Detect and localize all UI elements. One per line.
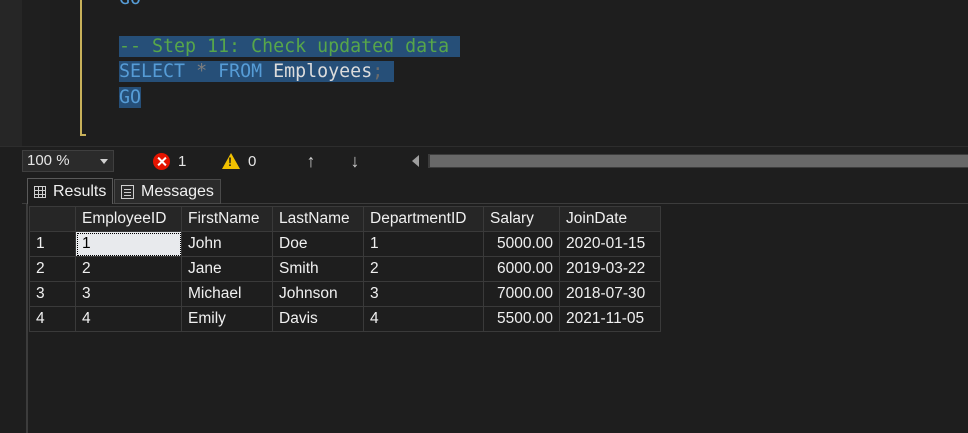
- scroll-left-icon[interactable]: [412, 155, 419, 167]
- code-line-comment[interactable]: -- Step 11: Check updated data: [119, 34, 461, 59]
- cell-firstname[interactable]: Michael: [181, 281, 273, 307]
- arrow-down-icon[interactable]: ↓: [345, 150, 365, 172]
- cell-employeeid[interactable]: 2: [75, 256, 182, 282]
- cell-salary[interactable]: 5000.00: [483, 231, 560, 257]
- column-header-firstname[interactable]: FirstName: [181, 206, 273, 232]
- error-count[interactable]: 1: [153, 151, 186, 171]
- cell-lastname[interactable]: Doe: [272, 231, 364, 257]
- select-keyword: SELECT: [119, 61, 186, 82]
- row-number[interactable]: 4: [29, 306, 76, 332]
- cell-employeeid[interactable]: 3: [75, 281, 182, 307]
- comment-text: -- Step 11: Check updated data: [119, 36, 450, 57]
- grid-corner[interactable]: [29, 206, 76, 232]
- cell-departmentid[interactable]: 1: [363, 231, 484, 257]
- cell-employeeid[interactable]: 4: [75, 306, 182, 332]
- cell-departmentid[interactable]: 3: [363, 281, 484, 307]
- results-grid[interactable]: EmployeeID FirstName LastName Department…: [26, 204, 968, 433]
- cell-lastname[interactable]: Johnson: [272, 281, 364, 307]
- table-row: 4 4 Emily Davis 4 5500.00 2021-11-05: [29, 306, 661, 332]
- grid-icon: [34, 186, 46, 198]
- column-header-salary[interactable]: Salary: [483, 206, 560, 232]
- table-row: 3 3 Michael Johnson 3 7000.00 2018-07-30: [29, 281, 661, 307]
- table-row: 1 1 John Doe 1 5000.00 2020-01-15: [29, 231, 661, 257]
- from-keyword: FROM: [218, 61, 263, 82]
- tab-results-label: Results: [53, 183, 107, 200]
- zoom-dropdown[interactable]: 100 %: [22, 150, 114, 172]
- sql-editor[interactable]: GO -- Step 11: Check updated data SELECT…: [0, 0, 968, 146]
- code-line-select[interactable]: SELECT * FROM Employees;: [119, 59, 395, 84]
- code-line-previous-go[interactable]: GO: [119, 0, 141, 11]
- header-row: EmployeeID FirstName LastName Department…: [29, 206, 661, 232]
- cell-joindate[interactable]: 2019-03-22: [559, 256, 661, 282]
- tab-messages-label: Messages: [141, 182, 214, 200]
- cell-departmentid[interactable]: 4: [363, 306, 484, 332]
- change-tracking-bar: [80, 0, 86, 136]
- cell-salary[interactable]: 5500.00: [483, 306, 560, 332]
- code-line-go[interactable]: GO: [119, 85, 142, 110]
- row-number[interactable]: 1: [29, 231, 76, 257]
- cell-firstname[interactable]: Emily: [181, 306, 273, 332]
- error-icon: [153, 152, 170, 170]
- warning-count-value: 0: [248, 152, 257, 170]
- chevron-down-icon: [100, 159, 108, 164]
- table-identifier: Employees: [273, 61, 373, 82]
- go-keyword: GO: [119, 87, 142, 108]
- horizontal-scrollbar-thumb[interactable]: [430, 155, 968, 167]
- column-header-employeeid[interactable]: EmployeeID: [75, 206, 182, 232]
- error-count-value: 1: [178, 152, 187, 170]
- cell-firstname[interactable]: Jane: [181, 256, 273, 282]
- warning-count[interactable]: 0: [222, 151, 256, 171]
- zoom-value: 100 %: [27, 152, 70, 169]
- star-operator: *: [196, 61, 208, 82]
- arrow-up-icon[interactable]: ↑: [301, 150, 321, 172]
- cell-joindate[interactable]: 2020-01-15: [559, 231, 661, 257]
- cell-lastname[interactable]: Davis: [272, 306, 364, 332]
- tab-messages[interactable]: Messages: [114, 179, 221, 204]
- cell-joindate[interactable]: 2018-07-30: [559, 281, 661, 307]
- editor-status-bar: 100 % 1 0 ↑ ↓: [0, 146, 968, 174]
- results-tabs: Results Messages: [0, 174, 968, 205]
- semicolon: ;: [372, 61, 384, 82]
- row-number[interactable]: 3: [29, 281, 76, 307]
- row-number[interactable]: 2: [29, 256, 76, 282]
- cell-lastname[interactable]: Smith: [272, 256, 364, 282]
- editor-gutter: [22, 0, 50, 146]
- column-header-joindate[interactable]: JoinDate: [559, 206, 661, 232]
- cell-firstname[interactable]: John: [181, 231, 273, 257]
- column-header-lastname[interactable]: LastName: [272, 206, 364, 232]
- cell-joindate[interactable]: 2021-11-05: [559, 306, 661, 332]
- cell-salary[interactable]: 7000.00: [483, 281, 560, 307]
- cell-employeeid[interactable]: 1: [75, 231, 182, 257]
- warning-icon: [222, 153, 240, 169]
- results-table: EmployeeID FirstName LastName Department…: [29, 206, 661, 332]
- messages-icon: [121, 184, 134, 199]
- go-keyword: GO: [119, 0, 141, 9]
- cell-departmentid[interactable]: 2: [363, 256, 484, 282]
- tab-results[interactable]: Results: [27, 178, 114, 205]
- column-header-departmentid[interactable]: DepartmentID: [363, 206, 484, 232]
- cell-salary[interactable]: 6000.00: [483, 256, 560, 282]
- table-row: 2 2 Jane Smith 2 6000.00 2019-03-22: [29, 256, 661, 282]
